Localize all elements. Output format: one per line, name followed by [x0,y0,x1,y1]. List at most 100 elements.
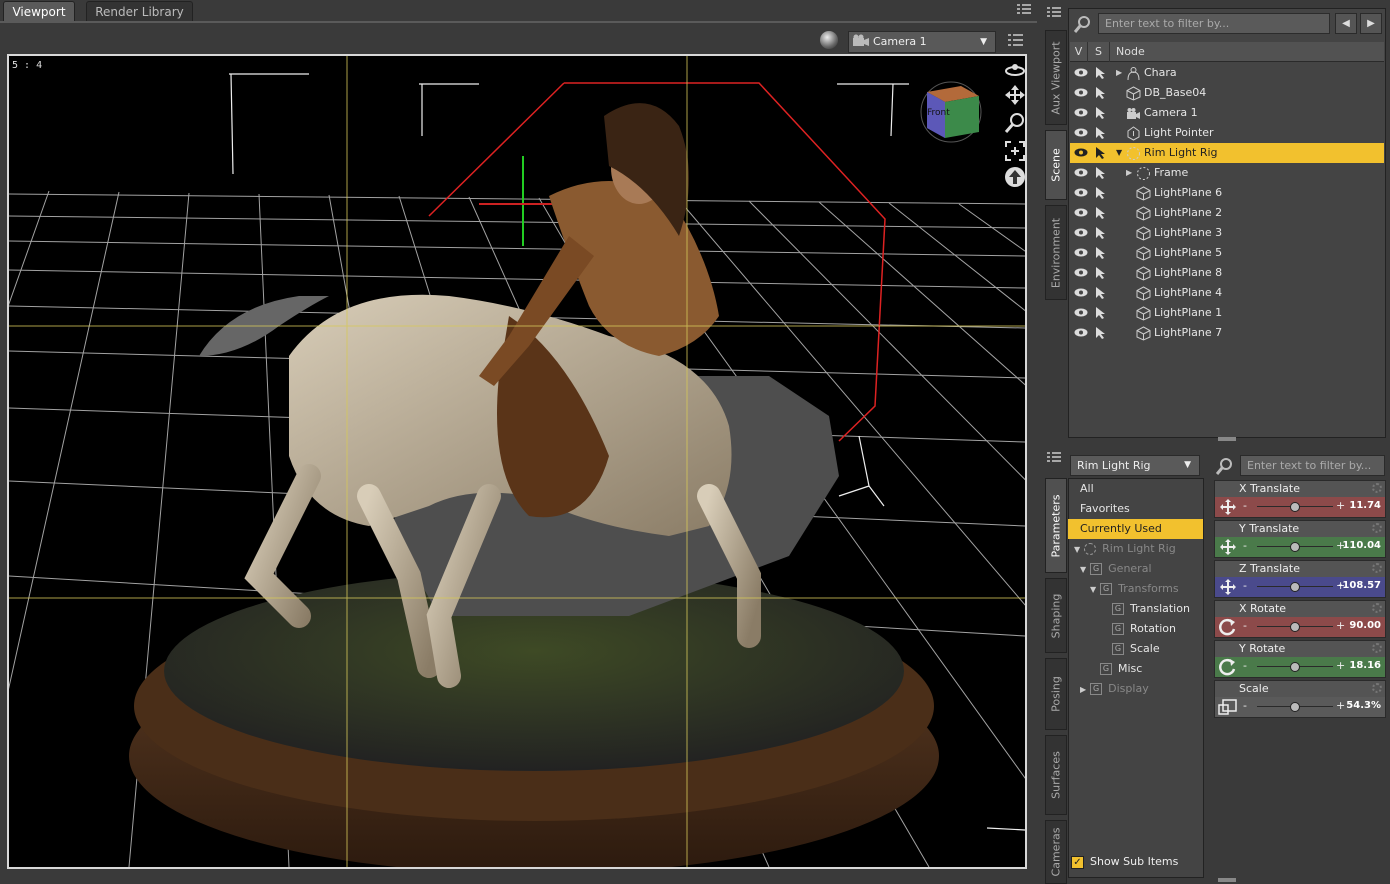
parameter-slider[interactable]: Y Rotate - +18.16 [1214,640,1386,678]
node-select[interactable]: Rim Light Rig ▼ [1070,455,1200,476]
collapse-arrow-icon[interactable]: ▼ [1074,545,1080,554]
eye-icon[interactable] [1074,108,1088,117]
expand-arrow-icon[interactable]: ▶ [1126,163,1132,183]
eye-icon[interactable] [1074,288,1088,297]
parameter-tree-item[interactable]: Currently Used [1068,519,1203,539]
rotate-icon[interactable] [1217,658,1239,676]
decrement-button[interactable]: - [1243,539,1247,552]
increment-button[interactable]: + [1336,619,1345,632]
scene-node-row[interactable]: LightPlane 3 [1070,223,1384,243]
decrement-button[interactable]: - [1243,499,1247,512]
scene-node-row[interactable]: Camera 1 [1070,103,1384,123]
slider-bar[interactable]: - +110.04 [1215,537,1385,557]
slider-knob[interactable] [1290,662,1300,672]
parameter-slider[interactable]: Scale - +54.3% [1214,680,1386,718]
scene-node-row[interactable]: LightPlane 1 [1070,303,1384,323]
eye-icon[interactable] [1074,148,1088,157]
parameter-tree-item[interactable]: G Translation [1112,599,1190,619]
parameter-tree-item[interactable]: G Scale [1112,639,1160,659]
slider-bar[interactable]: - +18.16 [1215,657,1385,677]
scene-node-row[interactable]: Light Pointer [1070,123,1384,143]
parameter-slider[interactable]: Z Translate - + -108.57 [1214,560,1386,598]
slider-knob[interactable] [1290,502,1300,512]
scene-node-row[interactable]: ▼ Rim Light Rig [1070,143,1384,163]
scene-node-row[interactable]: DB_Base04 [1070,83,1384,103]
tab-scene[interactable]: Scene [1045,130,1067,200]
parameter-tree-item[interactable]: All [1080,479,1094,499]
select-cursor-icon[interactable] [1094,126,1108,140]
select-cursor-icon[interactable] [1094,206,1108,220]
column-node[interactable]: Node [1110,42,1384,62]
select-cursor-icon[interactable] [1094,146,1108,160]
scene-node-row[interactable]: LightPlane 4 [1070,283,1384,303]
eye-icon[interactable] [1074,88,1088,97]
eye-icon[interactable] [1074,268,1088,277]
gear-icon[interactable] [1372,523,1382,533]
increment-button[interactable]: + [1336,699,1345,712]
splitter-handle[interactable] [1218,437,1236,441]
decrement-button[interactable]: - [1243,619,1247,632]
gear-icon[interactable] [1372,683,1382,693]
column-selectable[interactable]: S [1088,42,1110,62]
expand-arrow-icon[interactable]: ▶ [1116,63,1122,83]
prev-button[interactable]: ◀ [1335,13,1357,34]
scene-node-row[interactable]: LightPlane 5 [1070,243,1384,263]
scene-node-row[interactable]: LightPlane 2 [1070,203,1384,223]
select-cursor-icon[interactable] [1094,66,1108,80]
eye-icon[interactable] [1074,168,1088,177]
select-cursor-icon[interactable] [1094,326,1108,340]
viewport-menu-icon[interactable] [1007,32,1025,48]
gear-icon[interactable] [1372,643,1382,653]
scene-filter-input[interactable]: Enter text to filter by... [1098,13,1330,34]
move-icon[interactable] [1217,578,1239,596]
select-cursor-icon[interactable] [1094,86,1108,100]
draw-style-icon[interactable] [820,31,838,49]
pane-menu-icon[interactable] [1046,451,1062,465]
scale-icon[interactable] [1217,698,1239,716]
zoom-icon[interactable] [1004,112,1026,134]
select-cursor-icon[interactable] [1094,246,1108,260]
tab-environment[interactable]: Environment [1045,205,1067,300]
slider-value[interactable]: 11.74 [1349,500,1381,511]
parameter-slider[interactable]: X Translate - +11.74 [1214,480,1386,518]
slider-value[interactable]: 110.04 [1342,540,1381,551]
gear-icon[interactable] [1372,483,1382,493]
eye-icon[interactable] [1074,188,1088,197]
parameter-tree-item[interactable]: ▼ G Transforms [1090,579,1179,599]
orientation-cube[interactable]: Front [917,74,989,146]
parameter-filter-input[interactable]: Enter text to filter by... [1240,455,1385,476]
viewport-canvas[interactable] [7,54,1027,869]
select-cursor-icon[interactable] [1094,106,1108,120]
tab-viewport[interactable]: Viewport [3,1,75,21]
select-cursor-icon[interactable] [1094,226,1108,240]
parameter-tree-item[interactable]: ▼ Rim Light Rig [1074,539,1176,559]
slider-value[interactable]: 90.00 [1349,620,1381,631]
tab-shaping[interactable]: Shaping [1045,578,1067,653]
home-icon[interactable] [1004,166,1026,188]
move-icon[interactable] [1217,538,1239,556]
pane-menu-icon[interactable] [1046,6,1062,20]
decrement-button[interactable]: - [1243,699,1247,712]
slider-bar[interactable]: - + -108.57 [1215,577,1385,597]
parameter-slider[interactable]: Y Translate - +110.04 [1214,520,1386,558]
slider-value[interactable]: 18.16 [1349,660,1381,671]
parameter-slider[interactable]: X Rotate - +90.00 [1214,600,1386,638]
column-visible[interactable]: V [1070,42,1088,62]
decrement-button[interactable]: - [1243,579,1247,592]
pane-menu-icon[interactable] [1016,3,1032,17]
next-button[interactable]: ▶ [1360,13,1382,34]
slider-bar[interactable]: - +54.3% [1215,697,1385,717]
scene-node-row[interactable]: ▶ Chara [1070,63,1384,83]
tab-aux-viewport[interactable]: Aux Viewport [1045,30,1067,125]
increment-button[interactable]: + [1336,499,1345,512]
move-icon[interactable] [1217,498,1239,516]
eye-icon[interactable] [1074,128,1088,137]
tab-parameters[interactable]: Parameters [1045,478,1067,573]
tab-cameras[interactable]: Cameras [1045,820,1067,884]
eye-icon[interactable] [1074,228,1088,237]
slider-value[interactable]: -108.57 [1338,580,1381,591]
collapse-arrow-icon[interactable]: ▼ [1116,143,1122,163]
checkbox-icon[interactable]: ✓ [1071,855,1084,869]
eye-icon[interactable] [1074,68,1088,77]
expand-arrow-icon[interactable]: ▶ [1080,685,1086,694]
